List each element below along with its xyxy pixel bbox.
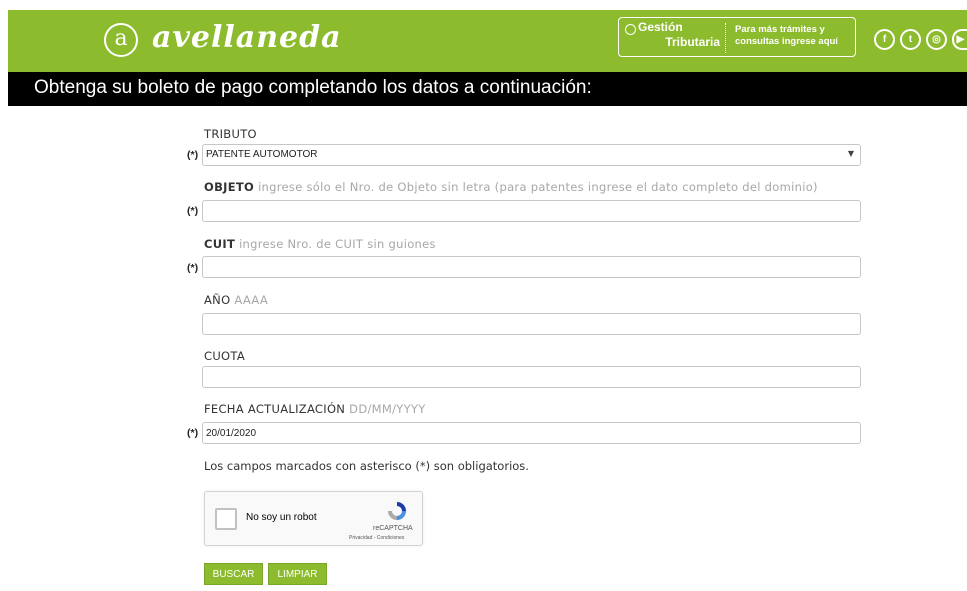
cuit-input[interactable] (202, 256, 861, 278)
ring-icon (625, 24, 636, 35)
twitter-icon[interactable]: t (900, 29, 921, 50)
recaptcha-brand: reCAPTCHA (373, 525, 413, 532)
required-note: Los campos marcados con asterisco (*) so… (204, 459, 529, 473)
recaptcha-label: No soy un robot (246, 512, 317, 523)
buscar-button[interactable]: BUSCAR (204, 563, 263, 585)
youtube-icon[interactable]: ▶ (952, 29, 967, 50)
gestion-tributaria-subtitle: Para más trámites y consultas ingrese aq… (735, 24, 838, 47)
facebook-icon[interactable]: f (874, 29, 895, 50)
page-title: Obtenga su boleto de pago completando lo… (34, 77, 592, 98)
gestion-tributaria-link[interactable]: Gestión Tributaria Para más trámites y c… (618, 17, 856, 57)
cuota-label: CUOTA (204, 349, 245, 363)
logo-mark[interactable]: a (104, 23, 138, 57)
chevron-down-icon: ▼ (847, 149, 854, 158)
objeto-hint: ingrese sólo el Nro. de Objeto sin letra… (254, 180, 818, 194)
cuit-hint: ingrese Nro. de CUIT sin guiones (235, 237, 436, 251)
cuit-label: CUIT ingrese Nro. de CUIT sin guiones (204, 237, 436, 251)
required-mark: (*) (187, 205, 199, 217)
logo-wordmark[interactable]: avellaneda (152, 20, 342, 55)
recaptcha-widget: No soy un robot reCAPTCHA Privacidad - C… (204, 491, 423, 546)
site-header: a avellaneda Gestión Tributaria Para más… (8, 10, 967, 72)
anio-hint: AAAA (230, 293, 269, 307)
gestion-tributaria-title: Gestión Tributaria (638, 20, 720, 49)
cuota-input[interactable] (202, 366, 861, 388)
required-mark: (*) (187, 427, 199, 439)
instagram-icon[interactable]: ◎ (926, 29, 947, 50)
objeto-label: OBJETO ingrese sólo el Nro. de Objeto si… (204, 180, 818, 194)
anio-input[interactable] (202, 313, 861, 335)
tributo-label: TRIBUTO (204, 127, 257, 141)
fecha-label: FECHA ACTUALIZACIÓN DD/MM/YYYY (204, 402, 426, 416)
recaptcha-checkbox[interactable] (215, 508, 237, 530)
objeto-input[interactable] (202, 200, 861, 222)
divider (725, 23, 726, 53)
fecha-input[interactable] (202, 422, 861, 444)
required-mark: (*) (187, 262, 199, 274)
tributo-select-value: PATENTE AUTOMOTOR (206, 149, 318, 160)
anio-label: AÑO AAAA (204, 293, 269, 307)
tributo-select[interactable]: PATENTE AUTOMOTOR ▼ (202, 144, 861, 166)
limpiar-button[interactable]: LIMPIAR (268, 563, 327, 585)
page-title-bar: Obtenga su boleto de pago completando lo… (8, 72, 967, 106)
required-mark: (*) (187, 149, 199, 161)
fecha-hint: DD/MM/YYYY (345, 402, 426, 416)
recaptcha-icon (388, 502, 406, 520)
recaptcha-links[interactable]: Privacidad - Condiciones (349, 535, 404, 541)
